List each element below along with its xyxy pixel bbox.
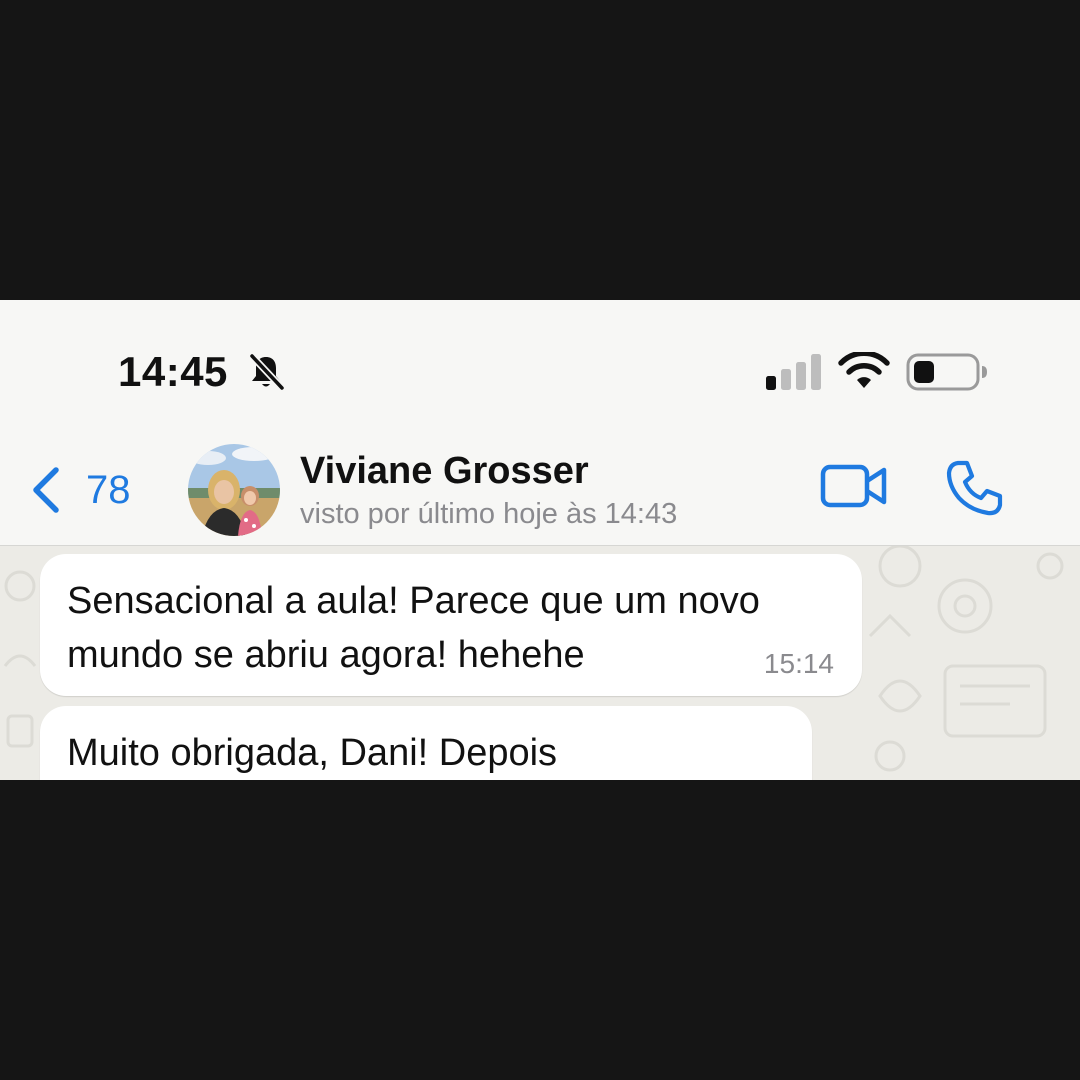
video-camera-icon[interactable] bbox=[820, 462, 888, 510]
message-line: mundo se abriu agora! hehehe bbox=[67, 634, 585, 676]
avatar-photo bbox=[188, 444, 280, 536]
contact-name[interactable]: Viviane Grosser bbox=[300, 450, 589, 493]
back-button[interactable]: 78 bbox=[26, 460, 156, 520]
contact-last-seen: visto por último hoje às 14:43 bbox=[300, 498, 678, 530]
unread-count: 78 bbox=[86, 467, 131, 512]
chevron-left-icon bbox=[33, 467, 59, 513]
photo-frame: 14:45 78 Viviane Grosser visto por últim… bbox=[0, 0, 1080, 1080]
status-bar: 14:45 bbox=[0, 300, 1080, 430]
message-line: Sensacional a aula! Parece que um novo bbox=[67, 580, 760, 622]
battery-icon bbox=[906, 353, 987, 391]
phone-screen: 14:45 78 Viviane Grosser visto por últim… bbox=[0, 300, 1080, 780]
status-time: 14:45 bbox=[118, 348, 228, 395]
chat-area[interactable]: Sensacional a aula! Parece que um novo m… bbox=[0, 546, 1080, 780]
cellular-signal-icon bbox=[766, 354, 821, 390]
bell-slash-icon bbox=[249, 353, 285, 391]
chat-header: 78 Viviane Grosser visto por último hoje… bbox=[0, 430, 1080, 546]
message-timestamp: 15:14 bbox=[763, 648, 834, 679]
message-text: Muito obrigada, Dani! Depois bbox=[67, 726, 847, 780]
message-line: Muito obrigada, Dani! Depois bbox=[67, 732, 558, 774]
message-bubble[interactable]: Muito obrigada, Dani! Depois bbox=[40, 706, 812, 780]
message-text: Sensacional a aula! Parece que um novo m… bbox=[67, 574, 847, 682]
wifi-icon bbox=[838, 352, 890, 388]
message-bubble[interactable]: Sensacional a aula! Parece que um novo m… bbox=[40, 554, 862, 696]
phone-icon[interactable] bbox=[944, 458, 1004, 518]
avatar[interactable] bbox=[188, 444, 280, 536]
